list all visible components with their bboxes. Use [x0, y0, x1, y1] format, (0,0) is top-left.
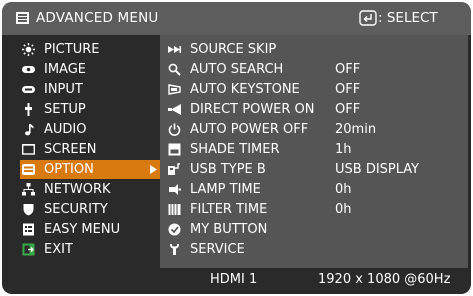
option-row-shade-timer[interactable]: SHADE TIMER 1h — [168, 140, 468, 159]
option-value: OFF — [335, 62, 361, 77]
shield-icon — [23, 204, 34, 216]
option-label: DIRECT POWER ON — [190, 102, 315, 117]
option-row-source-skip[interactable]: SOURCE SKIP — [168, 40, 468, 59]
option-label: USB TYPE B — [190, 162, 266, 177]
option-icon — [22, 164, 35, 175]
input-source-label: HDMI 1 — [210, 272, 258, 287]
title-bar: ADVANCED MENU : SELECT — [2, 2, 471, 35]
chevron-right-icon — [150, 165, 157, 174]
option-row-my-button[interactable]: MY BUTTON — [168, 220, 468, 239]
usb-type-b-icon — [168, 163, 180, 175]
sidebar-item-audio[interactable]: AUDIO — [22, 120, 154, 139]
sidebar-item-label: AUDIO — [44, 122, 87, 137]
option-row-filter-time[interactable]: FILTER TIME 0h — [168, 200, 468, 219]
option-label: AUTO SEARCH — [190, 62, 284, 77]
easy-menu-icon — [23, 223, 34, 236]
option-row-usb-type-b[interactable]: USB TYPE B USB DISPLAY — [168, 160, 468, 179]
option-label: SHADE TIMER — [190, 142, 280, 157]
source-skip-icon — [168, 46, 181, 53]
sidebar-item-label: IMAGE — [44, 62, 87, 77]
option-value: 20min — [335, 122, 377, 137]
option-row-auto-power-off[interactable]: AUTO POWER OFF 20min — [168, 120, 468, 139]
select-hint: : SELECT — [378, 10, 438, 26]
sidebar-item-screen[interactable]: SCREEN — [22, 140, 154, 159]
auto-keystone-icon — [168, 84, 181, 95]
sidebar-item-input[interactable]: INPUT — [22, 80, 154, 99]
option-label: SERVICE — [190, 242, 245, 257]
projector-osd-menu: ADVANCED MENU : SELECT PICTURE IMAGE INP… — [2, 2, 471, 294]
network-icon — [22, 183, 35, 196]
option-value: OFF — [335, 82, 361, 97]
sidebar-item-image[interactable]: IMAGE — [22, 60, 154, 79]
picture-icon — [22, 43, 35, 56]
direct-power-on-icon — [168, 104, 181, 115]
audio-icon — [25, 124, 34, 136]
menu-icon — [16, 12, 29, 24]
menu-title: ADVANCED MENU — [36, 10, 159, 26]
option-value: USB DISPLAY — [335, 162, 420, 177]
option-label: SOURCE SKIP — [190, 42, 277, 57]
filter-time-icon — [168, 204, 181, 215]
sidebar-item-setup[interactable]: SETUP — [22, 100, 154, 119]
option-label: FILTER TIME — [190, 202, 268, 217]
enter-key-icon — [359, 10, 377, 26]
option-value: 0h — [335, 202, 352, 217]
sidebar-item-network[interactable]: NETWORK — [22, 180, 154, 199]
option-row-direct-power-on[interactable]: DIRECT POWER ON OFF — [168, 100, 468, 119]
sidebar-item-easy-menu[interactable]: EASY MENU — [22, 220, 154, 239]
resolution-label: 1920 x 1080 @60Hz — [318, 272, 451, 287]
setup-icon — [25, 103, 32, 116]
option-label: MY BUTTON — [190, 222, 268, 237]
exit-icon — [22, 243, 35, 256]
option-value: OFF — [335, 102, 361, 117]
select-label: SELECT — [386, 10, 438, 26]
auto-search-icon — [168, 63, 181, 76]
sidebar-item-option[interactable]: OPTION — [20, 160, 160, 179]
option-label: LAMP TIME — [190, 182, 261, 197]
option-label: AUTO POWER OFF — [190, 122, 309, 137]
sidebar-item-security[interactable]: SECURITY — [22, 200, 154, 219]
status-bar: HDMI 1 1920 x 1080 @60Hz — [160, 268, 468, 294]
option-row-auto-keystone[interactable]: AUTO KEYSTONE OFF — [168, 80, 468, 99]
sidebar-item-label: INPUT — [44, 82, 83, 97]
sidebar-item-label: NETWORK — [44, 182, 111, 197]
sidebar-menu: PICTURE IMAGE INPUT SETUP AUDIO SCREEN O… — [2, 35, 160, 294]
input-icon — [22, 86, 35, 93]
option-value: 0h — [335, 182, 352, 197]
sidebar-item-label: EASY MENU — [44, 222, 121, 237]
lamp-time-icon — [169, 184, 181, 195]
option-row-service[interactable]: SERVICE — [168, 240, 468, 259]
option-label: AUTO KEYSTONE — [190, 82, 300, 97]
my-button-icon — [168, 223, 181, 236]
sidebar-item-label: SCREEN — [44, 142, 97, 157]
sidebar-item-label: SETUP — [44, 102, 86, 117]
option-row-auto-search[interactable]: AUTO SEARCH OFF — [168, 60, 468, 79]
service-icon — [170, 244, 179, 255]
option-value: 1h — [335, 142, 352, 157]
sidebar-item-label: EXIT — [44, 242, 73, 257]
sidebar-item-label: SECURITY — [44, 202, 108, 217]
sidebar-item-exit[interactable]: EXIT — [22, 240, 154, 259]
shade-timer-icon — [168, 143, 181, 156]
sidebar-item-label: OPTION — [44, 162, 94, 177]
sidebar-item-label: PICTURE — [44, 42, 100, 57]
auto-power-off-icon — [168, 123, 181, 136]
screen-icon — [22, 144, 35, 155]
option-settings-panel: SOURCE SKIP AUTO SEARCH OFF AUTO KEYSTON… — [160, 35, 468, 268]
image-icon — [22, 66, 35, 73]
sidebar-item-picture[interactable]: PICTURE — [22, 40, 154, 59]
option-row-lamp-time[interactable]: LAMP TIME 0h — [168, 180, 468, 199]
